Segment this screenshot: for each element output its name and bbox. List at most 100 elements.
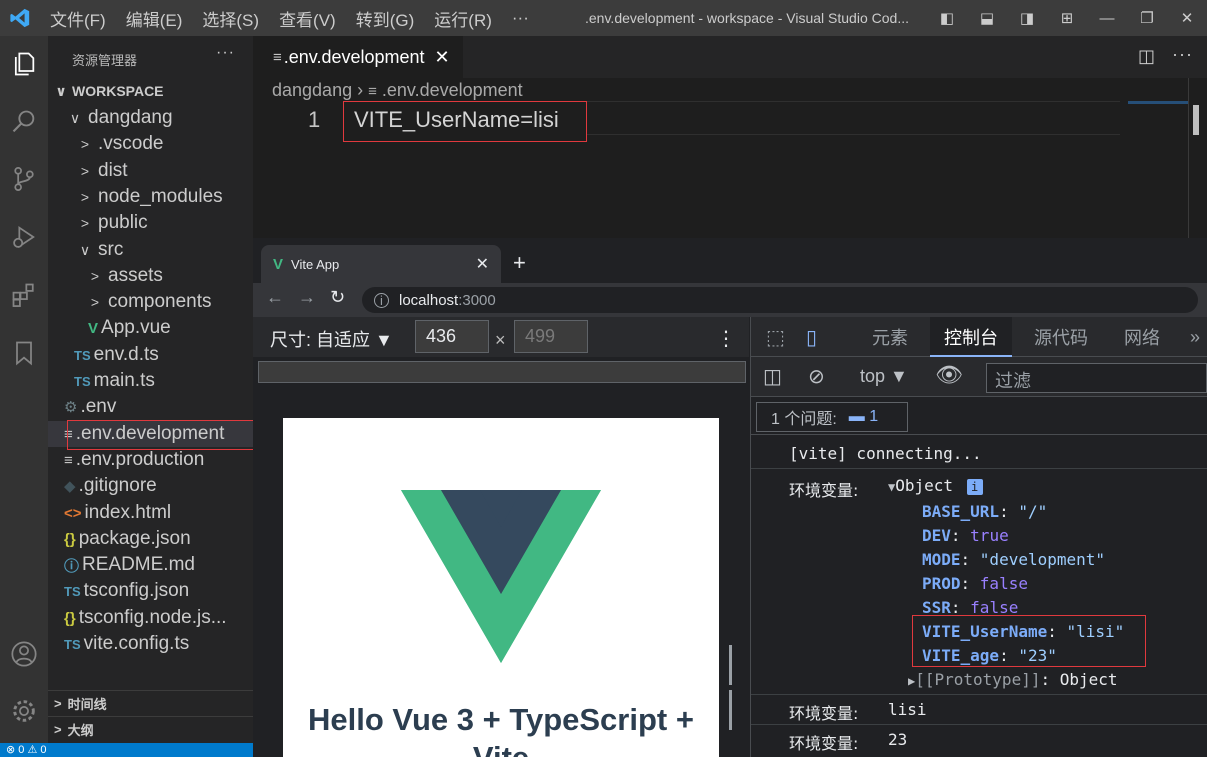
close-tab-icon[interactable]: ✕ (435, 47, 450, 68)
tab-sources[interactable]: 源代码 (1034, 317, 1088, 357)
tree-item-label: dangdang (88, 107, 173, 128)
editor-more-icon[interactable]: ··· (1172, 44, 1193, 65)
tree-item[interactable]: TS env.d.ts (48, 342, 253, 368)
tab-network[interactable]: 网络 (1124, 317, 1160, 357)
workspace-header[interactable]: ∨ WORKSPACE (48, 78, 253, 104)
issues-button[interactable]: 1 个问题: ▬ 1 (756, 402, 908, 432)
manage-gear-icon[interactable] (0, 687, 48, 735)
object-property: MODE: "development" (922, 550, 1106, 569)
tree-item[interactable]: > .vscode (48, 131, 253, 157)
customize-layout-icon[interactable]: ⊞ (1047, 9, 1087, 27)
device-more-icon[interactable]: ⋮ (716, 326, 736, 351)
address-bar[interactable]: i localhost:3000 (362, 287, 1198, 313)
inspect-element-icon[interactable]: ⬚ (766, 317, 785, 357)
device-size-select[interactable]: 尺寸: 自适应 ▼ (270, 326, 393, 352)
console-filter-input[interactable]: 过滤 (986, 363, 1207, 393)
close-window-icon[interactable]: ✕ (1167, 9, 1207, 27)
close-browser-tab-icon[interactable]: ✕ (476, 254, 489, 274)
tree-item[interactable]: <> index.html (48, 500, 253, 526)
toggle-secondary-sidebar-icon[interactable]: ◨ (1007, 9, 1047, 27)
tree-item-label: components (108, 291, 212, 312)
tree-item[interactable]: {} tsconfig.node.js... (48, 605, 253, 631)
file-type-icon: TS (74, 347, 91, 363)
tree-item[interactable]: TS vite.config.ts (48, 631, 253, 657)
search-icon[interactable] (0, 98, 48, 146)
context-select[interactable]: top ▼ (860, 366, 908, 387)
file-type-icon: V (88, 319, 99, 337)
property-key: MODE (922, 550, 961, 569)
menu-selection[interactable]: 选择(S) (192, 6, 269, 31)
tree-item[interactable]: TS main.ts (48, 368, 253, 394)
tree-item[interactable]: > components (48, 289, 253, 315)
browser-tab[interactable]: V Vite App ✕ (261, 245, 501, 283)
line-number: 1 (308, 107, 321, 132)
clear-console-icon[interactable]: ⊘ (808, 364, 825, 389)
tab-console[interactable]: 控制台 (930, 317, 1012, 357)
restore-icon[interactable]: ❐ (1127, 9, 1167, 27)
file-type-icon: ⚙ (64, 399, 78, 416)
account-icon[interactable] (0, 630, 48, 678)
console-username-label: 环境变量: (789, 704, 859, 723)
toggle-sidebar-icon[interactable]: ◧ (927, 9, 967, 27)
device-height-input[interactable]: 499 (514, 320, 588, 353)
device-width-input[interactable]: 436 (415, 320, 489, 353)
media-query-ruler[interactable] (258, 361, 746, 383)
status-bar[interactable]: ⊗ 0 ⚠ 0 (0, 743, 253, 757)
menu-go[interactable]: 转到(G) (346, 6, 425, 31)
editor-tab[interactable]: ≡ .env.development ✕ (253, 36, 463, 78)
tree-item[interactable]: ≡ .env.production (48, 447, 253, 473)
menu-run[interactable]: 运行(R) (424, 6, 502, 31)
outline-panel[interactable]: > 大纲 (48, 716, 253, 742)
tree-item[interactable]: ◆ .gitignore (48, 473, 253, 499)
more-actions-icon[interactable]: ··· (216, 44, 235, 62)
prototype-row[interactable]: ▶[[Prototype]]: Object (908, 670, 1118, 689)
device-toggle-icon[interactable]: ▯ (806, 317, 817, 357)
source-control-icon[interactable] (0, 155, 48, 203)
minimize-icon[interactable]: — (1087, 10, 1127, 27)
breadcrumb-separator-icon: › (357, 80, 369, 100)
toggle-panel-icon[interactable]: ⬓ (967, 9, 1007, 27)
chevron-right-icon: > (54, 722, 62, 737)
bookmark-icon[interactable] (0, 329, 48, 377)
tree-item[interactable]: ⓘ README.md (48, 552, 253, 578)
problems-status[interactable]: ⊗ 0 ⚠ 0 (6, 744, 46, 756)
chevron-right-icon: > (80, 189, 90, 205)
timeline-panel[interactable]: > 时间线 (48, 690, 253, 716)
site-info-icon[interactable]: i (374, 292, 389, 308)
viewport-resize-handle[interactable] (729, 645, 739, 730)
activity-bar (0, 36, 48, 757)
live-expression-eye-icon[interactable]: 👁 (935, 362, 963, 388)
menu-file[interactable]: 文件(F) (40, 6, 116, 31)
tree-item[interactable]: > node_modules (48, 184, 253, 210)
sidebar-toggle-icon[interactable]: ◫ (763, 364, 782, 389)
menu-more[interactable]: ··· (502, 8, 539, 28)
breadcrumb-file[interactable]: .env.development (382, 80, 523, 100)
object-expander[interactable]: ▼Object i (888, 476, 983, 495)
info-icon[interactable]: i (966, 479, 983, 495)
tree-item[interactable]: V App.vue (48, 315, 253, 341)
file-type-icon: ◆ (64, 478, 76, 495)
tree-item[interactable]: ∨ src (48, 237, 253, 263)
editor-scrollbar[interactable] (1193, 105, 1199, 135)
menu-view[interactable]: 查看(V) (269, 6, 346, 31)
tab-elements[interactable]: 元素 (872, 317, 908, 357)
tab-more[interactable]: » (1190, 317, 1200, 357)
tree-item[interactable]: TS tsconfig.json (48, 578, 253, 604)
tree-item[interactable]: > assets (48, 263, 253, 289)
explorer-icon[interactable] (0, 40, 48, 88)
split-editor-icon[interactable]: ◫ (1138, 46, 1155, 67)
tree-item[interactable]: > public (48, 210, 253, 236)
back-icon[interactable]: ← (266, 287, 284, 308)
tree-item[interactable]: {} package.json (48, 526, 253, 552)
tree-item[interactable]: ⚙ .env (48, 394, 253, 420)
reload-icon[interactable]: ↻ (330, 287, 345, 308)
forward-icon[interactable]: → (298, 287, 316, 308)
tree-item[interactable]: > dist (48, 158, 253, 184)
extensions-icon[interactable] (0, 271, 48, 319)
breadcrumb-folder[interactable]: dangdang (272, 80, 352, 100)
tree-item[interactable]: ∨ dangdang (48, 105, 253, 131)
run-debug-icon[interactable] (0, 213, 48, 261)
console-age-value: 23 (888, 730, 908, 749)
menu-edit[interactable]: 编辑(E) (116, 6, 193, 31)
new-tab-icon[interactable]: + (513, 250, 526, 276)
